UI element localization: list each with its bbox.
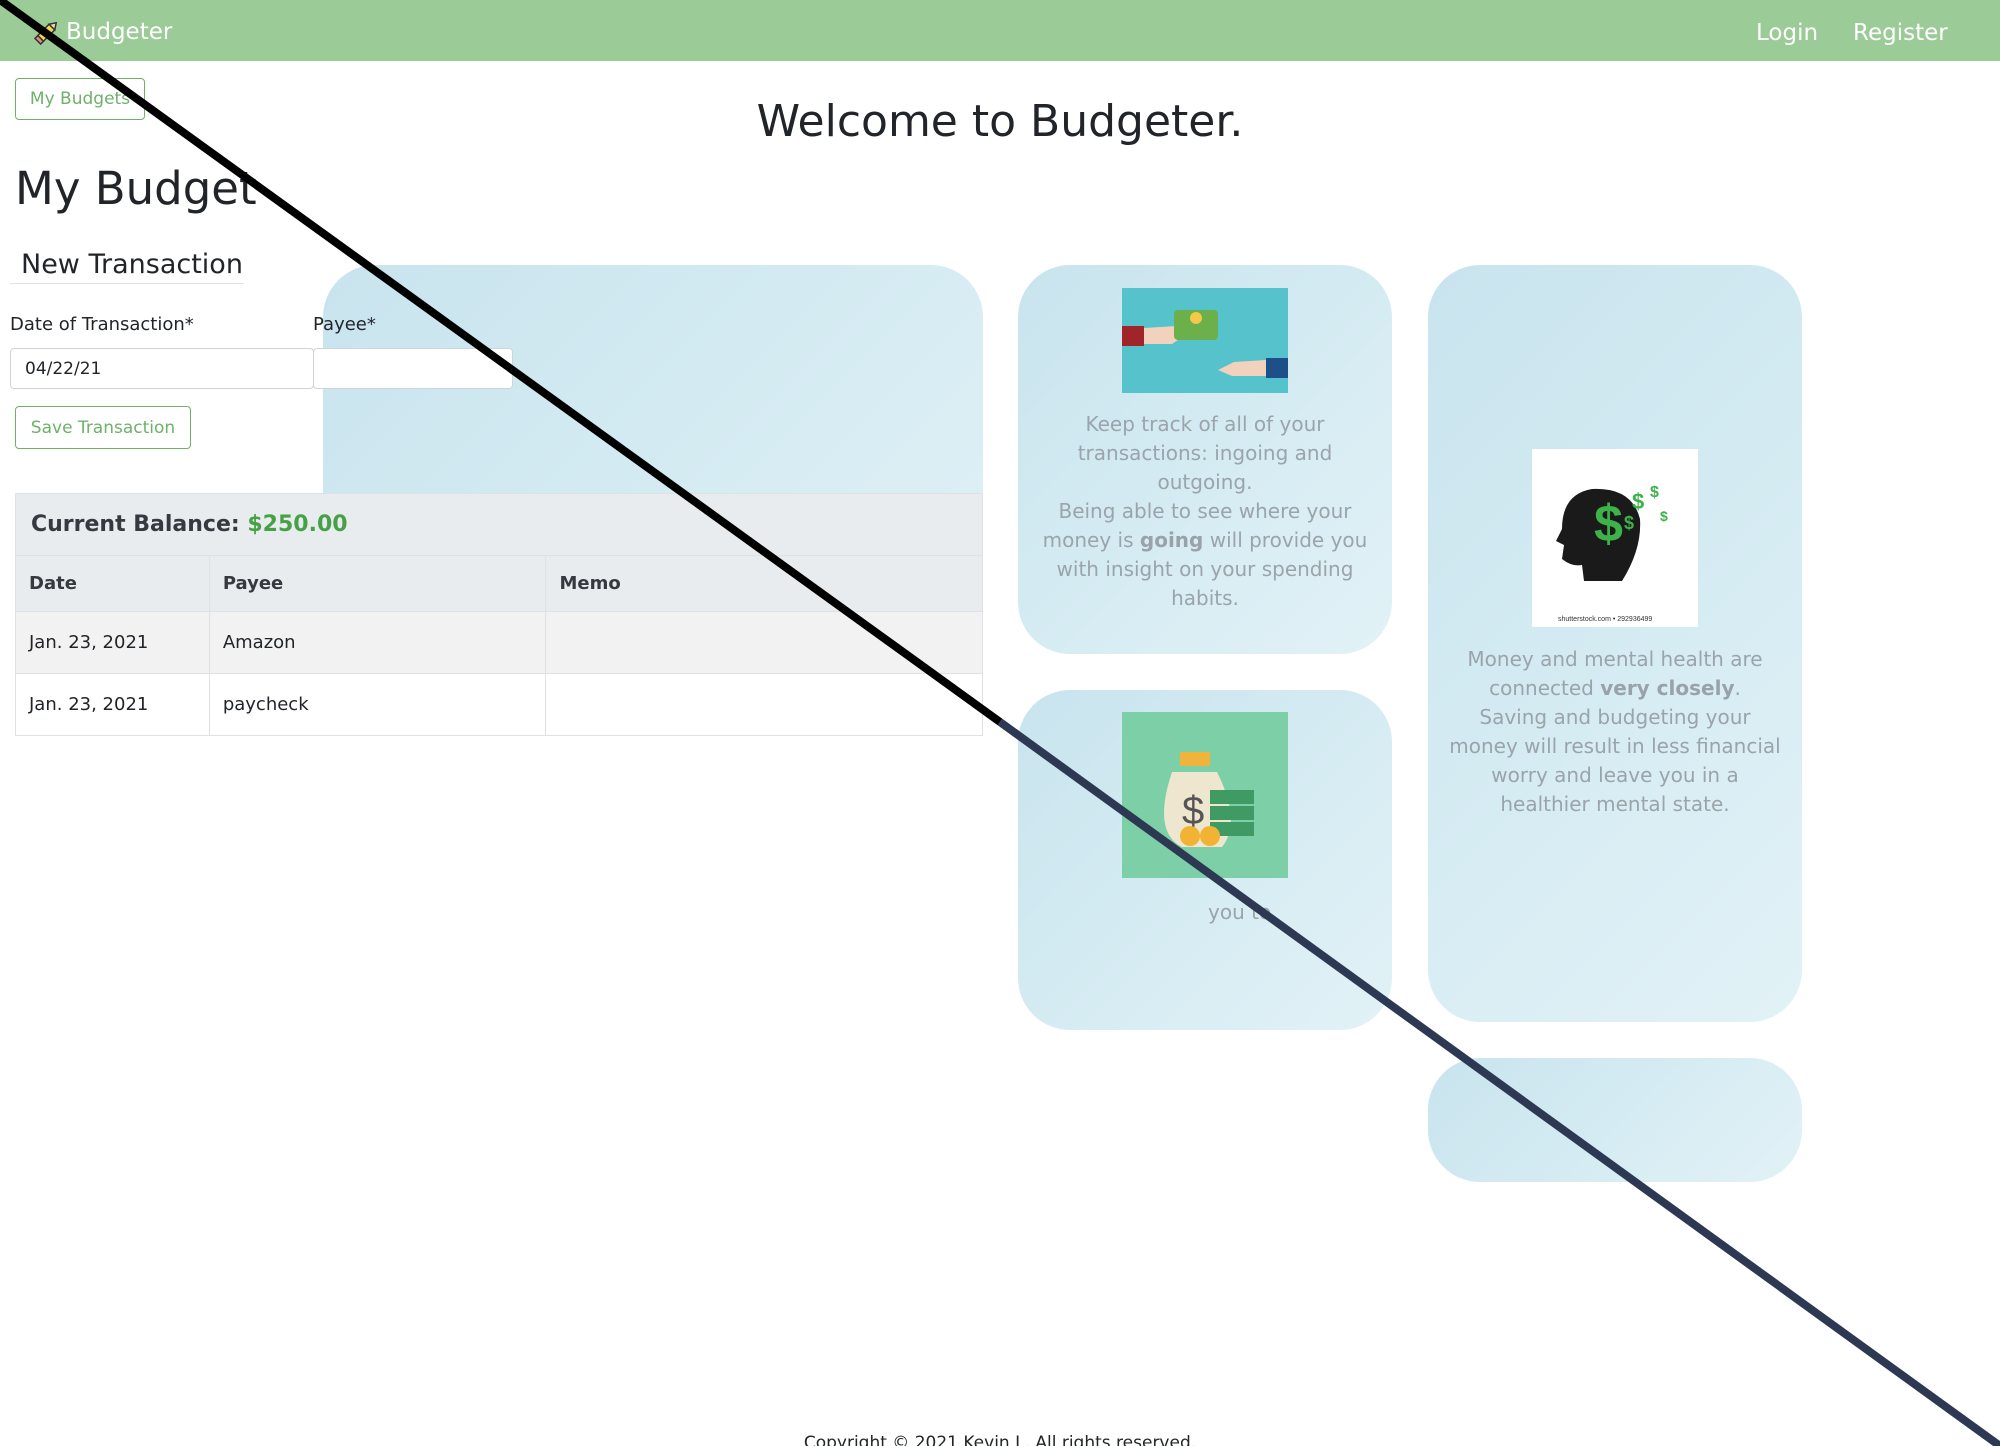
balance-bar: Current Balance: $250.00 <box>15 493 983 556</box>
balance-label: Current Balance: <box>31 512 240 537</box>
table-row[interactable]: Jan. 23, 2021 Amazon <box>15 611 983 674</box>
register-link[interactable]: Register <box>1853 20 1948 46</box>
page-title: My Budget <box>15 162 257 215</box>
transactions-table: Date Payee Memo Jan. 23, 2021 Amazon Jan… <box>15 555 983 736</box>
cell-date: Jan. 23, 2021 <box>15 611 210 674</box>
payee-input[interactable] <box>313 348 513 389</box>
info-card-mental-health: $ $ $ $ $ shutterstock.com • 292936499 M… <box>1428 265 1802 1022</box>
new-transaction-heading: New Transaction <box>21 249 243 280</box>
dollar-head-image: $ $ $ $ $ shutterstock.com • 292936499 <box>1532 449 1698 627</box>
table-row[interactable]: Jan. 23, 2021 paycheck <box>15 673 983 736</box>
my-budgets-button[interactable]: My Budgets <box>15 78 145 120</box>
mental-text-1-post: . <box>1734 676 1741 700</box>
column-header-date[interactable]: Date <box>15 555 210 612</box>
cell-memo <box>545 673 983 736</box>
section-divider <box>10 283 244 284</box>
cell-payee: paycheck <box>208 673 547 736</box>
svg-text:$: $ <box>1632 489 1644 514</box>
payee-label: Payee* <box>313 314 376 335</box>
dollar-head-icon: $ $ $ $ $ shutterstock.com • 292936499 <box>1556 484 1668 623</box>
brand-label: Budgeter <box>66 19 173 45</box>
tracking-text-1: Keep track of all of your transactions: … <box>1077 412 1333 494</box>
image-caption: shutterstock.com • 292936499 <box>1558 616 1652 623</box>
svg-text:$: $ <box>1624 513 1634 533</box>
balance-value: $250.00 <box>247 512 348 537</box>
welcome-title: Welcome to Budgeter. <box>756 96 1244 147</box>
brand-link[interactable]: Budgeter <box>32 17 172 47</box>
pencil-icon <box>33 21 58 46</box>
table-header-row: Date Payee Memo <box>15 555 983 612</box>
save-transaction-button[interactable]: Save Transaction <box>15 406 191 449</box>
tracking-text-2-bold: going <box>1139 528 1204 552</box>
info-card-saving: $ you to <box>1018 690 1392 1030</box>
column-header-memo[interactable]: Memo <box>545 555 983 612</box>
mental-text-1-bold: very closely <box>1600 676 1735 700</box>
svg-text:$: $ <box>1594 495 1623 553</box>
footer-copyright: Copyright © 2021 Kevin L. All rights res… <box>803 1433 1197 1446</box>
money-bag-icon: $ <box>1122 712 1288 878</box>
svg-text:$: $ <box>1660 508 1668 524</box>
info-card-tracking: Keep track of all of your transactions: … <box>1018 265 1392 654</box>
date-input[interactable] <box>10 348 314 389</box>
hand-passing-money-icon <box>1122 288 1288 393</box>
cell-payee: Amazon <box>208 611 547 674</box>
column-header-payee[interactable]: Payee <box>208 555 547 612</box>
date-label: Date of Transaction* <box>10 314 194 335</box>
svg-text:$: $ <box>1182 789 1204 833</box>
saving-text-1: you to <box>1208 900 1272 924</box>
navbar: Budgeter Login Register <box>0 0 2000 61</box>
info-card-bottom <box>1428 1058 1802 1182</box>
cell-memo <box>545 611 983 674</box>
login-link[interactable]: Login <box>1756 20 1818 46</box>
cell-date: Jan. 23, 2021 <box>15 673 210 736</box>
mental-text-2: Saving and budgeting your money will res… <box>1449 705 1781 816</box>
svg-text:$: $ <box>1650 484 1659 501</box>
